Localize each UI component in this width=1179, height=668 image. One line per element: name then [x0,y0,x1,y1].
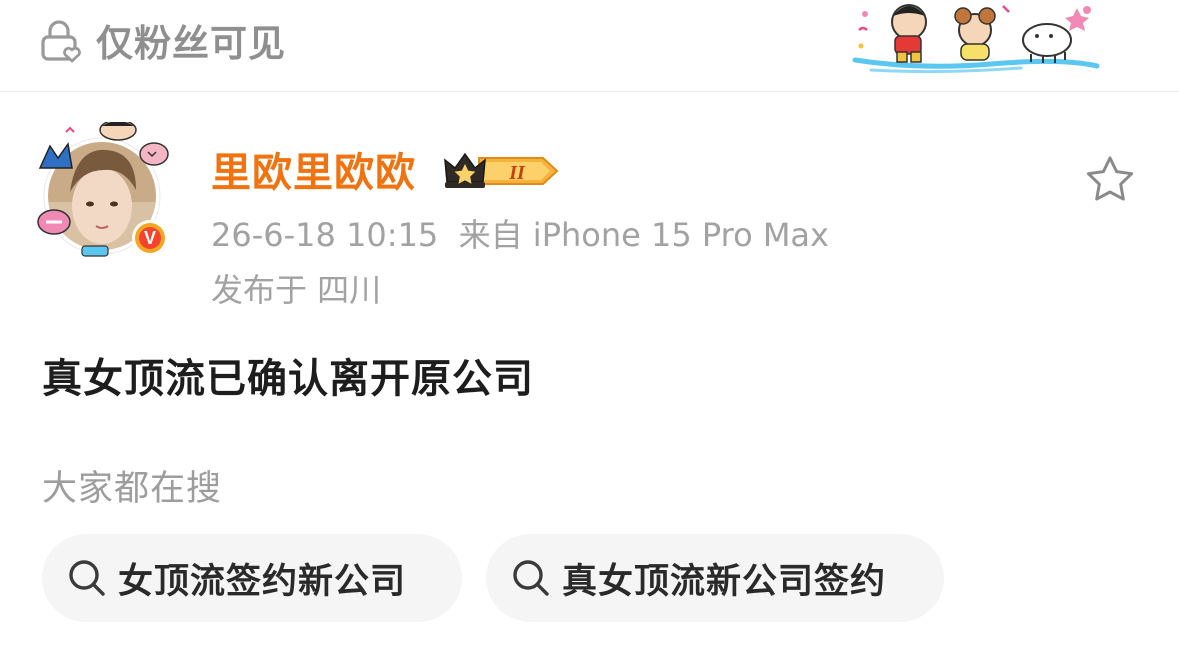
search-suggestion-label: 真女顶流新公司签约 [562,561,887,602]
cartoon-sticker [852,4,1100,74]
visibility-label: 仅粉丝可见 [96,22,286,65]
post-meta: 26-6-18 10:15 来自 iPhone 15 Pro Max [211,215,829,255]
star-outline-icon[interactable] [1084,154,1136,206]
search-icon [69,560,105,596]
search-suggestion-chip[interactable]: 女顶流签约新公司 [42,534,462,622]
lock-heart-icon [41,20,81,63]
verified-badge: V [144,228,156,248]
search-suggestion-chip[interactable]: 真女顶流新公司签约 [486,534,944,622]
post-timestamp: 26-6-18 10:15 [211,216,439,254]
trending-search-heading: 大家都在搜 [42,469,223,509]
visibility-banner: 仅粉丝可见 [0,0,1179,92]
post-card: V 里欧里欧欧 II 26-6-18 10:15 来自 iPhone 15 Pr… [0,92,1179,668]
post-source: 来自 iPhone 15 Pro Max [458,216,829,254]
avatar[interactable]: V [36,122,176,262]
author-name[interactable]: 里欧里欧欧 [211,148,416,198]
post-location: 发布于 四川 [211,271,382,309]
level-badge-text: II [508,162,526,184]
weibo-post-screen: 仅粉丝可见 V 里欧里欧欧 II 26-6-18 10:15 来自 iPhone… [0,0,1179,668]
post-text: 真女顶流已确认离开原公司 [42,356,534,402]
visibility-indicator: 仅粉丝可见 [38,14,286,66]
search-suggestion-label: 女顶流签约新公司 [118,561,407,602]
search-icon [513,560,549,596]
level-badge[interactable]: II [443,150,561,192]
